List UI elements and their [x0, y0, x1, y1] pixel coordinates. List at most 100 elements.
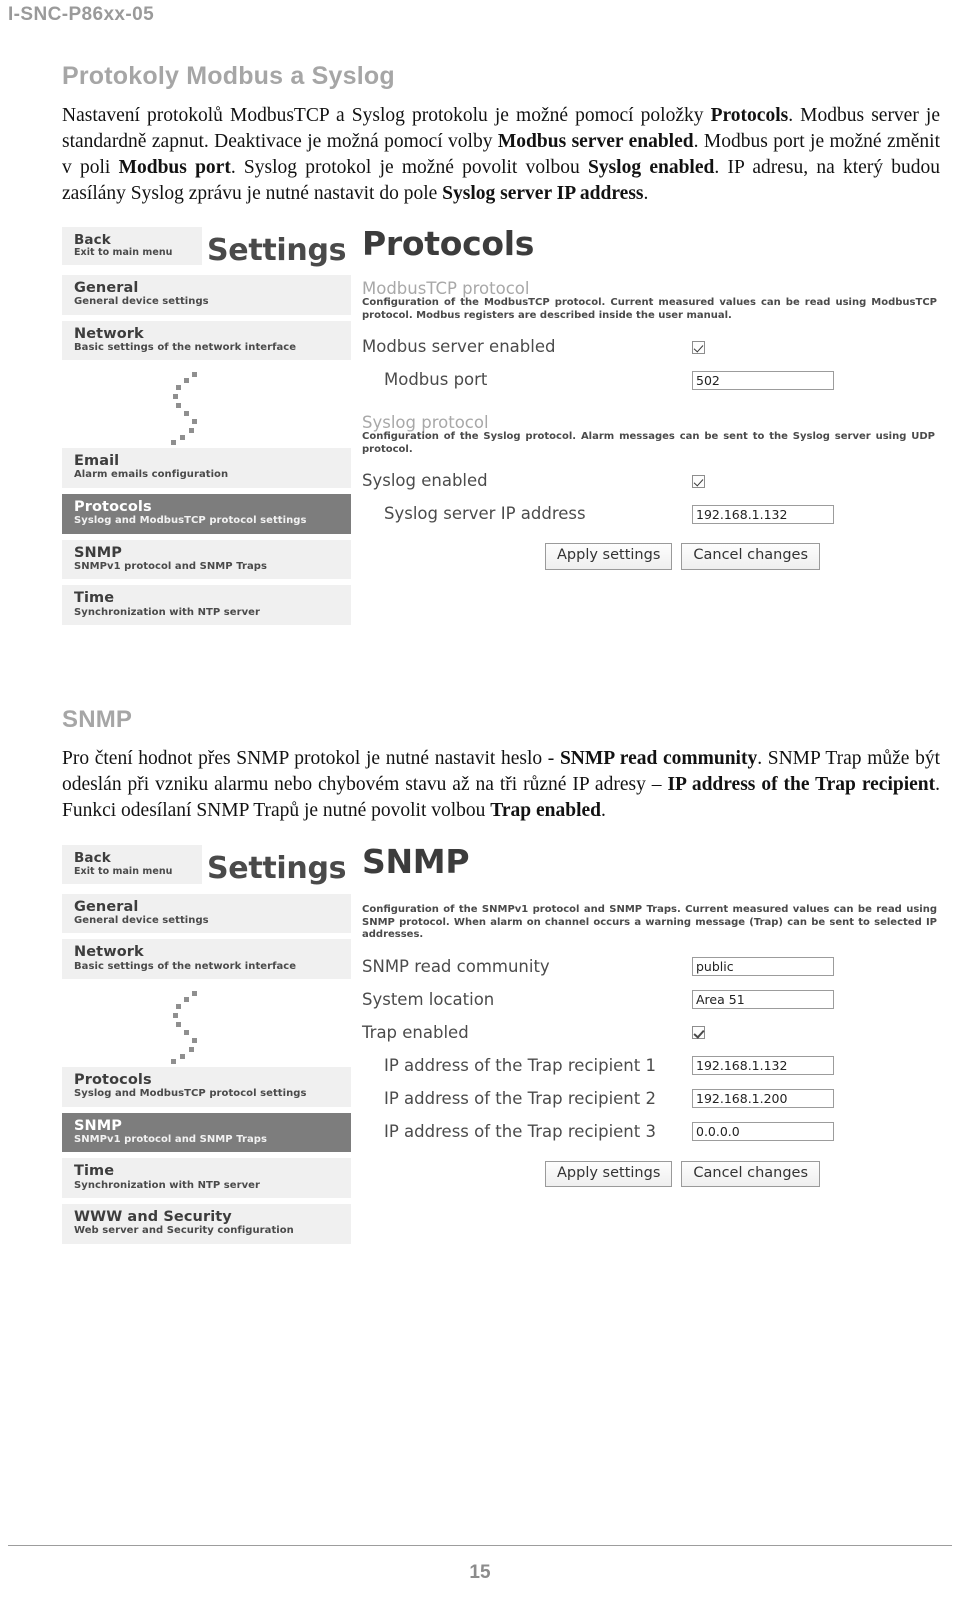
sidebar-item-label: Time [74, 590, 115, 607]
sidebar-item-label: Network [74, 325, 144, 342]
page-title: Protocols [362, 223, 535, 263]
nav-back-button[interactable]: Back Exit to main menu [62, 845, 202, 884]
snmp-nav-column: Back Exit to main menu General General d… [62, 845, 351, 1249]
sidebar-item-general[interactable]: General General device settings [62, 274, 351, 315]
field-trap-enabled: Trap enabled [362, 1022, 940, 1044]
screenshot-snmp: Back Exit to main menu General General d… [62, 842, 940, 1296]
sidebar-item-snmp[interactable]: SNMP SNMPv1 protocol and SNMP Traps [62, 1112, 351, 1153]
trap-recipient-3-input[interactable]: 0.0.0.0 [692, 1122, 834, 1142]
sidebar-item-sublabel: Syslog and ModbusTCP protocol settings [74, 1088, 307, 1100]
paragraph-snmp: Pro čtení hodnot přes SNMP protokol je n… [62, 747, 940, 821]
sidebar-item-protocols[interactable]: Protocols Syslog and ModbusTCP protocol … [62, 1067, 351, 1107]
group-description-snmp: Configuration of the SNMPv1 protocol and… [362, 904, 937, 941]
trap-recipient-1-input[interactable]: 192.168.1.132 [692, 1056, 834, 1076]
app-title-settings: Settings [207, 851, 347, 887]
protocols-content-column: Protocols ModbusTCP protocol Configurati… [362, 227, 940, 570]
snmp-button-row: Apply settings Cancel changes [362, 1160, 940, 1188]
sidebar-item-snmp[interactable]: SNMP SNMPv1 protocol and SNMP Traps [62, 539, 351, 580]
field-syslog-server-ip: Syslog server IP address 192.168.1.132 [362, 503, 940, 525]
field-trap-recipient-1: IP address of the Trap recipient 1 192.1… [362, 1055, 940, 1077]
section-heading-snmp: SNMP [62, 705, 133, 733]
apply-settings-button[interactable]: Apply settings [545, 1160, 673, 1188]
sidebar-item-www-and-security[interactable]: WWW and Security Web server and Security… [62, 1204, 351, 1244]
page-title: SNMP [362, 842, 470, 882]
sidebar-item-label: SNMP [74, 544, 123, 561]
field-modbus-server-enabled: Modbus server enabled [362, 336, 940, 358]
sidebar-item-general[interactable]: General General device settings [62, 893, 351, 934]
sidebar-item-label: General [74, 898, 139, 915]
app-title-text: Settings [207, 232, 347, 268]
field-modbus-port: Modbus port 502 [362, 369, 940, 391]
app-title-settings: Settings [207, 232, 347, 268]
field-snmp-read-community: SNMP read community public [362, 956, 940, 978]
sidebar-item-sublabel: SNMPv1 protocol and SNMP Traps [74, 1133, 267, 1145]
snmp-content-column: SNMP Configuration of the SNMPv1 protoco… [362, 842, 940, 1188]
nav-back-button[interactable]: Back Exit to main menu [62, 226, 202, 265]
cancel-changes-button[interactable]: Cancel changes [681, 1160, 821, 1188]
paragraph-modbus-syslog: Nastavení protokolů ModbusTCP a Syslog p… [62, 105, 941, 204]
syslog-server-ip-input[interactable]: 192.168.1.132 [692, 504, 834, 524]
nav-dotted-connector-icon [62, 985, 351, 1067]
sidebar-item-network[interactable]: Network Basic settings of the network in… [62, 939, 351, 980]
field-label: IP address of the Trap recipient 3 [384, 1121, 656, 1141]
sidebar-item-sublabel: Syslog and ModbusTCP protocol settings [74, 515, 307, 527]
modbus-port-input[interactable]: 502 [692, 370, 834, 390]
nav-back-title: Back [74, 231, 111, 248]
screenshot-protocols: Back Exit to main menu General General d… [62, 226, 940, 682]
field-label: Syslog server IP address [384, 504, 586, 524]
group-description-modbustcp: Configuration of the ModbusTCP protocol.… [362, 297, 937, 321]
trap-recipient-2-input[interactable]: 192.168.1.200 [692, 1089, 834, 1109]
field-trap-recipient-3: IP address of the Trap recipient 3 0.0.0… [362, 1121, 940, 1143]
section-heading-modbus-syslog: Protokoly Modbus a Syslog [62, 62, 395, 90]
sidebar-item-email[interactable]: Email Alarm emails configuration [62, 448, 351, 488]
sidebar-item-label: General [74, 279, 139, 296]
page-body: Protokoly Modbus a Syslog Nastavení prot… [62, 62, 941, 1296]
protocols-button-row: Apply settings Cancel changes [362, 543, 940, 570]
sidebar-item-label: SNMP [74, 1117, 123, 1134]
nav-back-title: Back [74, 850, 111, 867]
field-label: Modbus server enabled [362, 336, 556, 356]
protocols-nav-column: Back Exit to main menu General General d… [62, 226, 351, 631]
apply-settings-button[interactable]: Apply settings [545, 543, 673, 570]
sidebar-item-label: Network [74, 944, 144, 961]
field-syslog-enabled: Syslog enabled [362, 470, 940, 492]
sidebar-item-sublabel: Synchronization with NTP server [74, 1179, 260, 1191]
field-label: IP address of the Trap recipient 1 [384, 1055, 656, 1075]
sidebar-item-sublabel: Basic settings of the network interface [74, 960, 297, 972]
running-header: I-SNC-P86xx-05 [8, 4, 155, 25]
group-title-modbustcp: ModbusTCP protocol [362, 278, 530, 298]
field-label: System location [362, 989, 495, 1009]
app-title-text: Settings [207, 851, 347, 887]
field-system-location: System location Area 51 [362, 989, 940, 1011]
group-title-syslog: Syslog protocol [362, 413, 489, 432]
field-label: SNMP read community [362, 956, 550, 976]
sidebar-item-sublabel: Synchronization with NTP server [74, 606, 260, 618]
sidebar-item-sublabel: Basic settings of the network interface [74, 341, 297, 353]
sidebar-item-label: Email [74, 453, 120, 470]
sidebar-item-protocols[interactable]: Protocols Syslog and ModbusTCP protocol … [62, 493, 351, 534]
field-label: Trap enabled [362, 1022, 469, 1042]
sidebar-item-time[interactable]: Time Synchronization with NTP server [62, 1158, 351, 1199]
syslog-enabled-checkbox[interactable] [692, 474, 705, 488]
system-location-input[interactable]: Area 51 [692, 990, 834, 1010]
modbus-server-enabled-checkbox[interactable] [692, 340, 705, 354]
sidebar-item-sublabel: General device settings [74, 914, 209, 926]
field-trap-recipient-2: IP address of the Trap recipient 2 192.1… [362, 1088, 940, 1110]
page-number: 15 [469, 1562, 491, 1583]
sidebar-item-sublabel: Web server and Security configuration [74, 1225, 294, 1237]
sidebar-item-sublabel: Alarm emails configuration [74, 469, 229, 481]
sidebar-item-label: Time [74, 1163, 115, 1180]
sidebar-item-label: WWW and Security [74, 1209, 232, 1226]
footer-divider [8, 1545, 952, 1546]
field-label: Modbus port [384, 369, 488, 389]
snmp-read-community-input[interactable]: public [692, 957, 834, 977]
nav-back-subtitle: Exit to main menu [74, 865, 173, 877]
sidebar-item-network[interactable]: Network Basic settings of the network in… [62, 320, 351, 361]
field-label: Syslog enabled [362, 471, 488, 491]
cancel-changes-button[interactable]: Cancel changes [681, 543, 821, 570]
nav-dotted-connector-icon [62, 366, 351, 448]
sidebar-item-sublabel: SNMPv1 protocol and SNMP Traps [74, 560, 267, 572]
nav-back-subtitle: Exit to main menu [74, 246, 173, 258]
trap-enabled-checkbox[interactable] [692, 1026, 705, 1040]
sidebar-item-time[interactable]: Time Synchronization with NTP server [62, 585, 351, 626]
